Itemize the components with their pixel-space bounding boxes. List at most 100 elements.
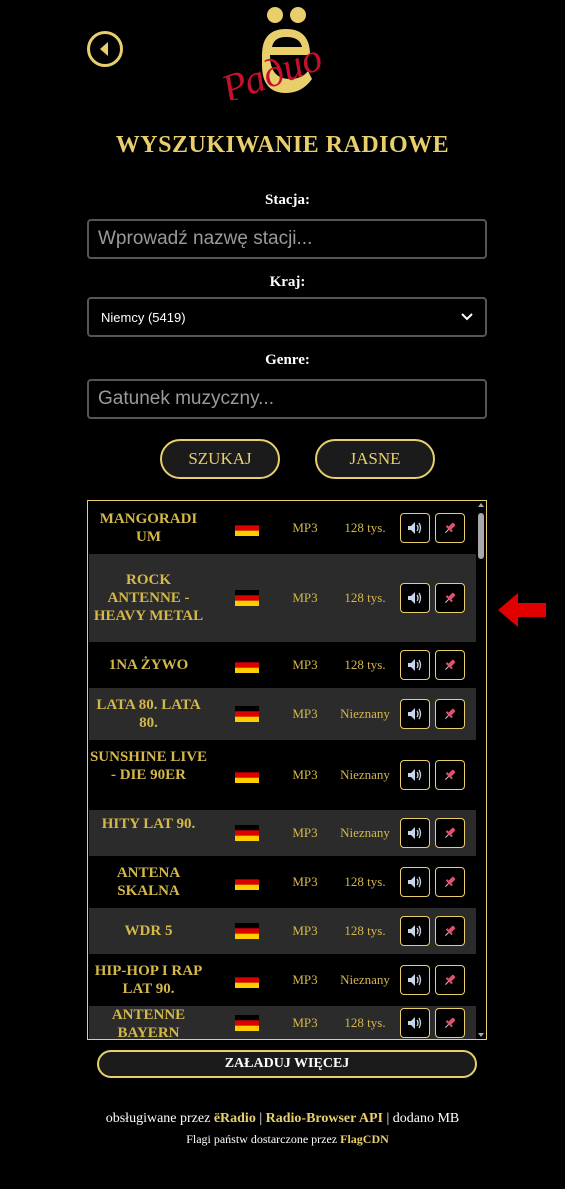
play-button[interactable]: [400, 818, 430, 848]
station-row[interactable]: HIP-HOP I RAP LAT 90. MP3 Nieznany: [89, 954, 477, 1006]
country-select[interactable]: Niemcy (5419): [87, 297, 487, 337]
pin-button[interactable]: [435, 916, 465, 946]
germany-flag-icon: [235, 874, 259, 890]
red-arrow-left-icon: [498, 593, 546, 627]
speaker-icon: [408, 827, 422, 839]
page-title: WYSZUKIWANIE RADIOWE: [115, 132, 450, 158]
pin-button[interactable]: [435, 965, 465, 995]
germany-flag-icon: [235, 767, 259, 783]
station-codec: MP3: [292, 767, 318, 782]
play-button[interactable]: [400, 1008, 430, 1038]
station-codec: MP3: [292, 923, 318, 938]
pin-button[interactable]: [435, 650, 465, 680]
footer-api-link[interactable]: Radio-Browser API: [266, 1111, 383, 1126]
germany-flag-icon: [235, 657, 259, 673]
station-name: 1NA ŻYWO: [108, 657, 189, 673]
station-row[interactable]: LATA 80. LATA 80. MP3 Nieznany: [89, 688, 477, 740]
station-name: SUNSHINE LIVE - DIE 90ER: [89, 749, 208, 783]
footer-flagcdn-link[interactable]: FlagCDN: [340, 1132, 389, 1146]
footer-flags-credit: Flagi państw dostarczone przez FlagCDN: [0, 1132, 565, 1147]
play-button[interactable]: [400, 583, 430, 613]
speaker-icon: [408, 1017, 422, 1029]
station-bitrate: 128 tys.: [344, 923, 386, 938]
footer-suffix: dodano MB: [392, 1111, 460, 1126]
station-name: HIP-HOP I RAP LAT 90.: [94, 963, 203, 997]
footer-separator: |: [386, 1111, 390, 1126]
station-codec: MP3: [292, 972, 318, 987]
station-codec: MP3: [292, 520, 318, 535]
station-codec: MP3: [292, 825, 318, 840]
station-row[interactable]: ANTENA SKALNA MP3 128 tys.: [89, 856, 477, 908]
pin-button[interactable]: [435, 818, 465, 848]
country-label: Kraj:: [269, 274, 306, 290]
station-row[interactable]: SUNSHINE LIVE - DIE 90ER MP3 Nieznany: [89, 740, 477, 810]
station-bitrate: 128 tys.: [344, 1015, 386, 1030]
station-name: MANGORADI UM: [99, 511, 198, 545]
play-button[interactable]: [400, 650, 430, 680]
pin-button[interactable]: [435, 1008, 465, 1038]
scroll-up-arrow[interactable]: [478, 503, 484, 507]
clear-button[interactable]: JASNE: [315, 439, 435, 479]
germany-flag-icon: [235, 706, 259, 722]
play-button[interactable]: [400, 760, 430, 790]
speaker-icon: [408, 592, 422, 604]
germany-flag-icon: [235, 972, 259, 988]
station-row[interactable]: ANTENNE BAYERN MP3 128 tys.: [89, 1006, 477, 1039]
station-name: WDR 5: [124, 923, 173, 939]
play-button[interactable]: [400, 867, 430, 897]
speaker-icon: [408, 708, 422, 720]
station-label: Stacja:: [265, 192, 310, 208]
germany-flag-icon: [235, 590, 259, 606]
station-row[interactable]: HITY LAT 90. MP3 Nieznany: [89, 810, 477, 856]
load-more-button[interactable]: ZAŁADUJ WIĘCEJ: [97, 1050, 477, 1078]
genre-input[interactable]: [87, 379, 487, 419]
station-bitrate: Nieznany: [340, 767, 390, 782]
station-codec: MP3: [292, 1015, 318, 1030]
station-bitrate: Nieznany: [340, 706, 390, 721]
pin-button[interactable]: [435, 513, 465, 543]
scrollbar[interactable]: [476, 501, 486, 1039]
pushpin-icon: [445, 827, 456, 838]
play-button[interactable]: [400, 965, 430, 995]
station-input[interactable]: [87, 219, 487, 259]
station-name: LATA 80. LATA 80.: [96, 697, 201, 731]
chevron-down-icon: [461, 313, 473, 321]
pushpin-icon: [445, 769, 456, 780]
station-codec: MP3: [292, 657, 318, 672]
footer-eradio-link[interactable]: ëRadio: [214, 1111, 256, 1126]
footer-separator: |: [259, 1111, 263, 1126]
country-select-value: Niemcy (5419): [101, 309, 186, 325]
play-button[interactable]: [400, 916, 430, 946]
pin-button[interactable]: [435, 867, 465, 897]
station-name: ANTENA SKALNA: [116, 865, 181, 899]
back-button[interactable]: [87, 31, 123, 67]
station-bitrate: Nieznany: [340, 972, 390, 987]
results-list[interactable]: MANGORADI UM MP3 128 tys. ROCK ANTENNE - …: [87, 500, 487, 1040]
speaker-icon: [408, 522, 422, 534]
pushpin-icon: [445, 708, 456, 719]
station-row[interactable]: 1NA ŻYWO MP3 128 tys.: [89, 642, 477, 688]
pin-button[interactable]: [435, 760, 465, 790]
play-button[interactable]: [400, 699, 430, 729]
speaker-icon: [408, 769, 422, 781]
station-bitrate: 128 tys.: [344, 657, 386, 672]
station-row[interactable]: MANGORADI UM MP3 128 tys.: [89, 502, 477, 554]
pushpin-icon: [445, 659, 456, 670]
pushpin-icon: [445, 974, 456, 985]
pushpin-icon: [445, 522, 456, 533]
search-button[interactable]: SZUKAJ: [160, 439, 280, 479]
station-row[interactable]: ROCK ANTENNE - HEAVY METAL MP3 128 tys.: [89, 554, 477, 642]
scroll-down-arrow[interactable]: [478, 1033, 484, 1037]
pushpin-icon: [445, 876, 456, 887]
speaker-icon: [408, 925, 422, 937]
scroll-thumb[interactable]: [478, 513, 484, 559]
station-row[interactable]: WDR 5 MP3 128 tys.: [89, 908, 477, 954]
station-bitrate: Nieznany: [340, 825, 390, 840]
station-codec: MP3: [292, 590, 318, 605]
pin-button[interactable]: [435, 699, 465, 729]
station-bitrate: 128 tys.: [344, 874, 386, 889]
speaker-icon: [408, 974, 422, 986]
pin-button[interactable]: [435, 583, 465, 613]
footer-flags-prefix: Flagi państw dostarczone przez: [186, 1132, 338, 1146]
play-button[interactable]: [400, 513, 430, 543]
